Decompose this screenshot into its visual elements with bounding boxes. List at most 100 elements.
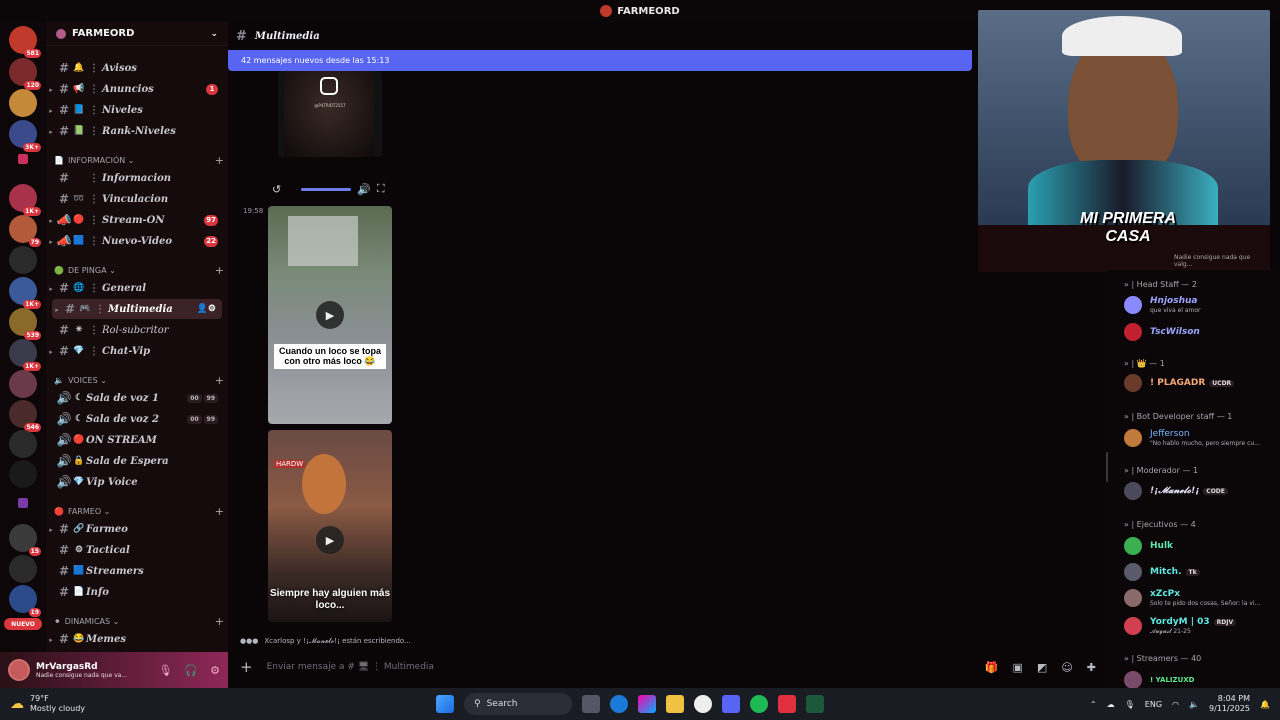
channel-farmeo[interactable]: ▸ # 🔗 Farmeo <box>46 519 228 539</box>
member-item[interactable]: Jefferson "No hablo mucho, pero siempre c… <box>1124 425 1280 451</box>
channel-memes[interactable]: ▸ # 😂 Memes <box>46 629 228 649</box>
server-icon[interactable] <box>9 246 37 274</box>
clock[interactable]: 8:04 PM 9/11/2025 <box>1209 694 1250 714</box>
add-channel-icon[interactable]: + <box>215 615 224 628</box>
server-icon[interactable]: 1K+ <box>9 277 41 309</box>
server-icon[interactable]: 581 <box>9 26 41 58</box>
add-channel-icon[interactable]: + <box>215 505 224 518</box>
new-messages-banner[interactable]: 42 mensajes nuevos desde las 15:13 <box>228 50 972 71</box>
mute-mic-icon[interactable]: 🎙 <box>158 664 172 677</box>
member-item[interactable]: Hulk <box>1124 533 1280 559</box>
category-informacion[interactable]: 📄 INFORMACIÓN ⌄ + <box>54 152 224 168</box>
category-farmeo[interactable]: 🔴 FARMEO ⌄ + <box>54 503 224 519</box>
windows-start-icon[interactable] <box>436 695 454 713</box>
server-icon[interactable] <box>9 555 37 583</box>
wifi-icon[interactable]: ◠ <box>1172 700 1179 709</box>
play-icon[interactable]: ▶ <box>316 301 344 329</box>
volume-icon[interactable]: 🔊 <box>357 183 371 196</box>
member-item[interactable]: Hnjoshua que viva el amor <box>1124 292 1280 318</box>
category-voices[interactable]: 🔈 VOICES ⌄ + <box>54 372 224 388</box>
video-thumbnail[interactable]: ▶ Cuando un loco se topa con otro más lo… <box>268 206 392 424</box>
voice-sala-1[interactable]: 🔊 ☾ Sala de voz 1 00 99 <box>46 388 228 408</box>
voice-on-stream[interactable]: 🔊 🔴 ON STREAM <box>46 430 228 450</box>
channel-nuevo-video[interactable]: ▸ 📣 🟦 ⋮ Nuevo-Video 22 <box>46 231 228 251</box>
channel-niveles[interactable]: ▸ # 📘 ⋮ Niveles <box>46 100 228 120</box>
server-icon[interactable]: 1K+ <box>9 339 41 371</box>
server-header[interactable]: FARMEORD ⌄ <box>46 22 228 46</box>
voice-sala-espera[interactable]: 🔊 🔒 Sala de Espera <box>46 451 228 471</box>
file-explorer-icon[interactable] <box>666 695 684 713</box>
server-icon[interactable]: 19 <box>9 585 41 617</box>
gift-icon[interactable]: 🎁 <box>985 661 999 674</box>
channel-vinculacion[interactable]: # ➿ ⋮ Vinculacion <box>46 189 228 209</box>
gear-icon[interactable]: ⚙ <box>210 664 220 677</box>
channel-info[interactable]: # 📄 Info <box>46 582 228 602</box>
category-dinamicas[interactable]: ⚫ DINAMICAS ⌄ + <box>54 613 224 629</box>
server-icon[interactable]: 3K+ <box>9 120 41 152</box>
discord-icon[interactable] <box>722 695 740 713</box>
volume-icon[interactable]: 🔈 <box>1189 700 1199 709</box>
cloud-icon[interactable]: ☁ <box>1107 700 1115 709</box>
category-de-pinga[interactable]: 🟢 DE PINGA ⌄ + <box>54 262 224 278</box>
channel-avisos[interactable]: # 🔔 ⋮ Avisos <box>46 58 228 78</box>
deafen-icon[interactable]: 🎧 <box>184 664 198 677</box>
gif-icon[interactable]: ▣ <box>1013 661 1023 674</box>
server-icon[interactable]: 79 <box>9 215 41 247</box>
replay-icon[interactable]: ↺ <box>272 183 281 196</box>
apps-icon[interactable]: ✚ <box>1087 661 1096 674</box>
chrome-icon[interactable] <box>694 695 712 713</box>
channel-stream-on[interactable]: ▸ 📣 🔴 ⋮ Stream-ON 97 <box>46 210 228 230</box>
server-icon[interactable]: 1K+ <box>9 184 41 216</box>
channel-streamers[interactable]: # 🟦 Streamers <box>46 561 228 581</box>
channel-rol-subcritor[interactable]: # ✴ ⋮ Rol-subcritor <box>46 320 228 340</box>
server-icon[interactable] <box>9 89 37 117</box>
member-item[interactable]: YordyM | 03 RDJV 𝓐𝓾𝓰𝓾𝓼𝓽 21-25 <box>1124 613 1280 639</box>
channel-informacion[interactable]: # ⋮ Informacion <box>46 168 228 188</box>
server-icon[interactable]: 546 <box>9 400 41 432</box>
language-indicator[interactable]: ENG <box>1145 700 1162 709</box>
taskbar-search[interactable]: ⚲ Search <box>464 693 572 715</box>
obs-icon[interactable] <box>778 695 796 713</box>
member-item[interactable]: ! YALIZUXD <box>1124 667 1280 688</box>
server-icon[interactable] <box>9 430 37 458</box>
chevron-up-icon[interactable]: ⌃ <box>1090 700 1097 709</box>
folder-icon[interactable] <box>18 498 28 508</box>
add-channel-icon[interactable]: + <box>215 264 224 277</box>
server-icon[interactable] <box>9 370 37 398</box>
avatar[interactable] <box>8 659 30 681</box>
voice-vip[interactable]: 🔊 💎 Vip Voice <box>46 472 228 492</box>
member-item[interactable]: ! PLAGADR UCDR <box>1124 370 1280 396</box>
channel-chat-vip[interactable]: ▸ # 💎 ⋮ Chat-Vip <box>46 341 228 361</box>
notification-bell-icon[interactable]: 🔔 <box>1260 700 1270 709</box>
server-icon[interactable] <box>9 460 37 488</box>
add-channel-icon[interactable]: + <box>215 374 224 387</box>
invite-gear-icon[interactable]: 👤⚙ <box>197 304 216 314</box>
server-icon[interactable]: 15 <box>9 524 41 556</box>
mic-icon[interactable]: 🎙 <box>1125 700 1135 709</box>
message-input[interactable]: Enviar mensaje a # 🖥 ⋮ Multimedia <box>267 662 434 672</box>
channel-multimedia[interactable]: ▸ # 🎮 ⋮ Multimedia 👤⚙ <box>52 299 222 319</box>
member-item[interactable]: Mitch. Tk <box>1124 559 1280 585</box>
channel-rank-niveles[interactable]: ▸ # 📗 ⋮ Rank-Niveles <box>46 121 228 141</box>
play-icon[interactable]: ▶ <box>316 526 344 554</box>
server-icon[interactable]: 539 <box>9 308 41 340</box>
channel-tactical[interactable]: # ⚙ Tactical <box>46 540 228 560</box>
member-item[interactable]: xZcPx Solo te pido dos cosas, Señor: la v… <box>1124 585 1280 611</box>
emoji-icon[interactable]: ☺ <box>1061 661 1072 674</box>
server-icon[interactable]: 120 <box>9 58 41 90</box>
video-thumbnail[interactable]: @P4TRIOT2557 <box>278 71 382 157</box>
task-view-icon[interactable] <box>582 695 600 713</box>
fullscreen-icon[interactable]: ⛶ <box>377 182 385 196</box>
edge-icon[interactable] <box>610 695 628 713</box>
member-item[interactable]: TscWilson <box>1124 319 1280 345</box>
spotify-icon[interactable] <box>750 695 768 713</box>
excel-icon[interactable] <box>806 695 824 713</box>
video-thumbnail[interactable]: HARDW ▶ Siempre hay alguien más loco... <box>268 430 392 622</box>
sticker-icon[interactable]: ◩ <box>1037 661 1047 674</box>
attach-plus-icon[interactable]: + <box>240 658 253 676</box>
voice-sala-2[interactable]: 🔊 ☾ Sala de voz 2 00 99 <box>46 409 228 429</box>
weather-widget[interactable]: ☁ 79°F Mostly cloudy <box>10 694 85 714</box>
add-channel-icon[interactable]: + <box>215 154 224 167</box>
channel-general[interactable]: ▸ # 🌐 ⋮ General <box>46 278 228 298</box>
folder-icon[interactable] <box>18 154 28 164</box>
